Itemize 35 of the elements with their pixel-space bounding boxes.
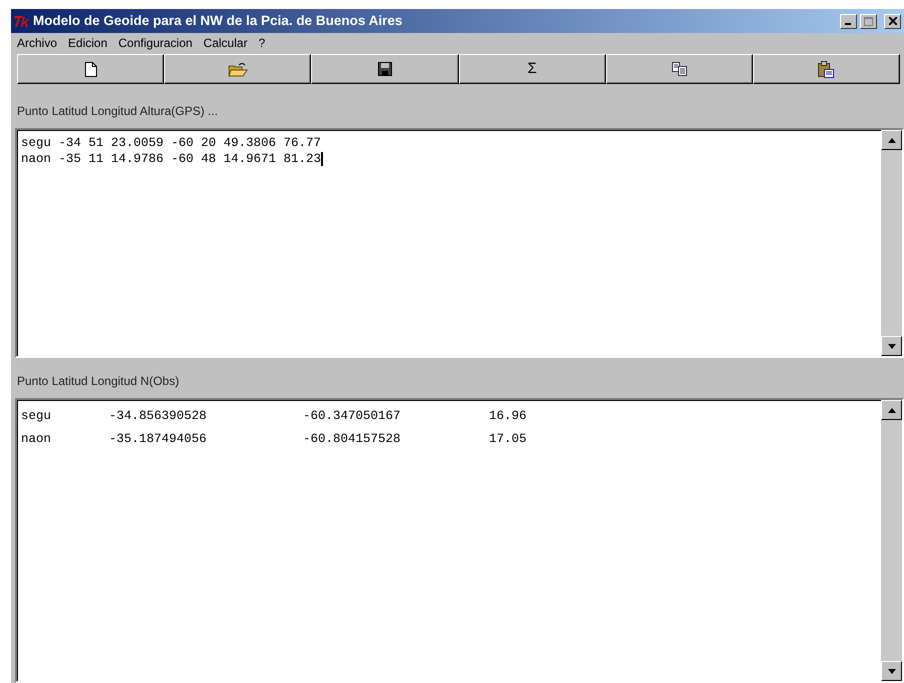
close-icon xyxy=(888,17,896,25)
panel-label: Punto Latitud Longitud N(Obs) xyxy=(16,373,180,390)
sigma-button[interactable]: Σ xyxy=(458,54,606,84)
menu-item[interactable]: ? xyxy=(258,34,266,52)
copy-button[interactable] xyxy=(606,54,753,84)
paste-button[interactable] xyxy=(752,54,900,84)
close-button[interactable] xyxy=(884,14,901,28)
text-cell-text: naon xyxy=(21,431,52,447)
panel-label: Punto Latitud Longitud Altura(GPS) ... xyxy=(16,103,219,120)
menu-item[interactable]: Archivo xyxy=(17,34,58,52)
menu-item[interactable]: Configuracion xyxy=(118,34,192,52)
text-cell: 17.05 xyxy=(489,431,527,447)
text-cell-text: segu xyxy=(21,408,52,424)
down-arrow-icon xyxy=(888,668,896,674)
new-document-icon xyxy=(84,62,97,76)
minimize-button[interactable] xyxy=(840,14,857,28)
clipboard-icon xyxy=(818,60,834,78)
save-button[interactable] xyxy=(311,54,459,84)
scroll-up-button[interactable] xyxy=(881,400,902,420)
copy-icon xyxy=(672,62,687,76)
up-arrow-icon xyxy=(888,408,896,412)
text-cell: 16.96 xyxy=(489,408,527,424)
new-button[interactable] xyxy=(17,54,164,84)
scroll-down-button[interactable] xyxy=(881,661,902,681)
open-button[interactable] xyxy=(164,54,312,84)
text-cell-text: -60.347050167 xyxy=(303,408,402,424)
text-cell-text: -34.856390528 xyxy=(109,408,208,424)
menu-item[interactable]: Calcular xyxy=(203,34,248,52)
maximize-button[interactable] xyxy=(860,14,877,28)
text-cell-text: -60.804157528 xyxy=(303,431,402,447)
text-cell-text: -35.187494056 xyxy=(109,431,208,447)
window-title: Modelo de Geoide para el NW de la Pcia. de Buenos Aires xyxy=(33,12,404,30)
folder-icon xyxy=(228,62,248,76)
maximize-icon xyxy=(864,16,873,26)
menu-item[interactable]: Edicion xyxy=(68,34,108,52)
